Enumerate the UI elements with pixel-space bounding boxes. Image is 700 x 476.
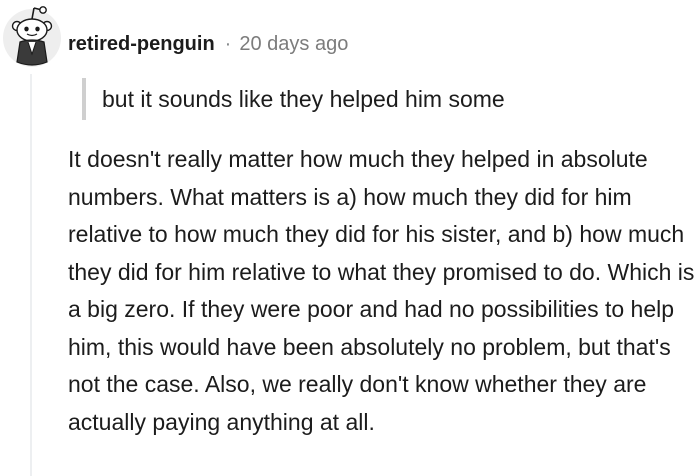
quote-text: but it sounds like they helped him some	[102, 85, 505, 112]
avatar[interactable]	[0, 2, 64, 68]
snoo-avatar-icon	[3, 6, 61, 67]
comment-body: It doesn't really matter how much they h…	[68, 146, 695, 435]
thread-line[interactable]	[30, 74, 32, 476]
timestamp[interactable]: 20 days ago	[239, 33, 348, 56]
separator-dot: ·	[224, 32, 232, 55]
comment-header: retired-penguin · 20 days ago	[68, 30, 348, 58]
username-link[interactable]: retired-penguin	[68, 33, 215, 56]
blockquote: but it sounds like they helped him some	[82, 78, 505, 120]
